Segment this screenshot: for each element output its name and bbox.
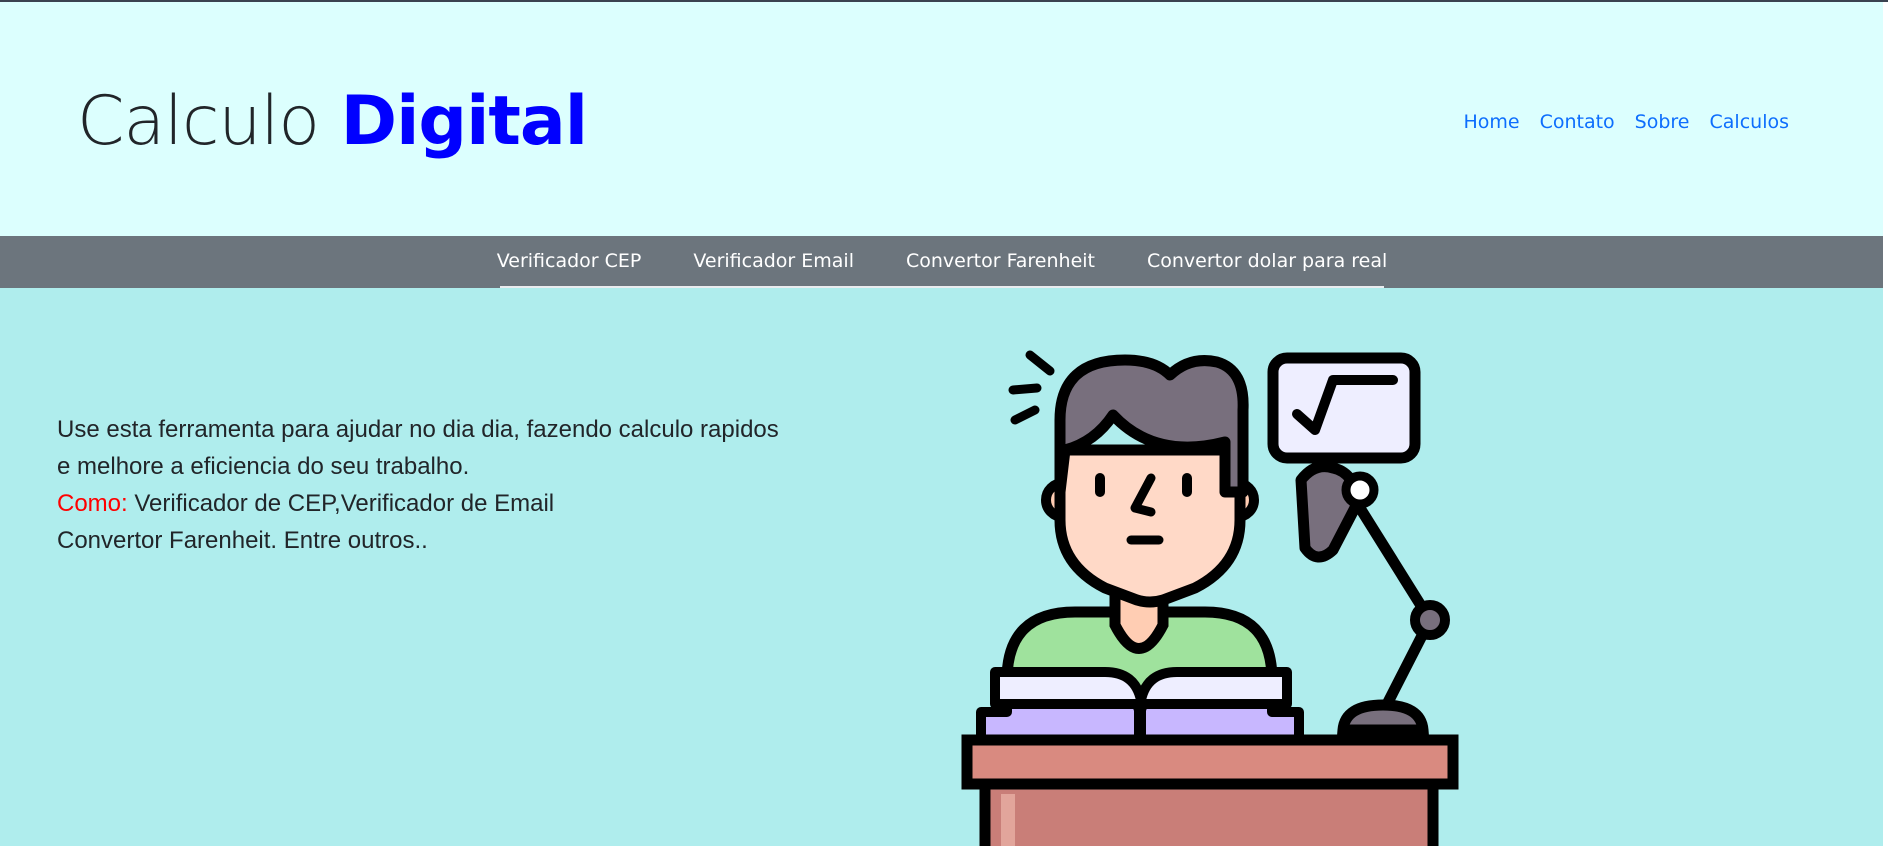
page: Calculo Digital Home Contato Sobre Calcu… [0, 0, 1888, 846]
intro-text: Use esta ferramenta para ajudar no dia d… [57, 411, 837, 559]
intro-line-1: Use esta ferramenta para ajudar no dia d… [57, 416, 779, 443]
site-header: Calculo Digital Home Contato Sobre Calcu… [0, 2, 1888, 236]
tools-navigation: Verificador CEP Verificador Email Conver… [0, 236, 1888, 288]
brand-bold-text: Digital [340, 82, 588, 161]
scrollbar[interactable] [1883, 2, 1888, 846]
tool-link-verificador-cep[interactable]: Verificador CEP [471, 236, 668, 286]
intro-line-3: Como: Verificador de CEP,Verificador de … [57, 485, 837, 522]
nav-link-calculos[interactable]: Calculos [1700, 108, 1799, 136]
student-studying-icon [961, 350, 1459, 846]
top-navigation: Home Contato Sobre Calculos [1453, 108, 1799, 136]
brand-light-text: Calculo [77, 82, 320, 161]
intro-line-3-text: Verificador de CEP,Verificador de Email [127, 490, 555, 517]
como-label: Como: [57, 490, 128, 517]
brand-logo[interactable]: Calculo Digital [77, 80, 588, 164]
nav-link-home[interactable]: Home [1453, 108, 1529, 136]
intro-line-4: Convertor Farenheit. Entre outros.. [57, 527, 428, 554]
tool-link-convertor-farenheit[interactable]: Convertor Farenheit [880, 236, 1121, 286]
tools-navigation-list: Verificador CEP Verificador Email Conver… [497, 236, 1387, 288]
nav-link-contato[interactable]: Contato [1530, 108, 1625, 136]
main-section: Use esta ferramenta para ajudar no dia d… [0, 288, 1888, 846]
tool-link-verificador-email[interactable]: Verificador Email [667, 236, 880, 286]
intro-line-2: e melhore a eficiencia do seu trabalho. [57, 453, 470, 480]
tool-link-convertor-dolar[interactable]: Convertor dolar para real [1121, 236, 1413, 286]
nav-link-sobre[interactable]: Sobre [1625, 108, 1700, 136]
